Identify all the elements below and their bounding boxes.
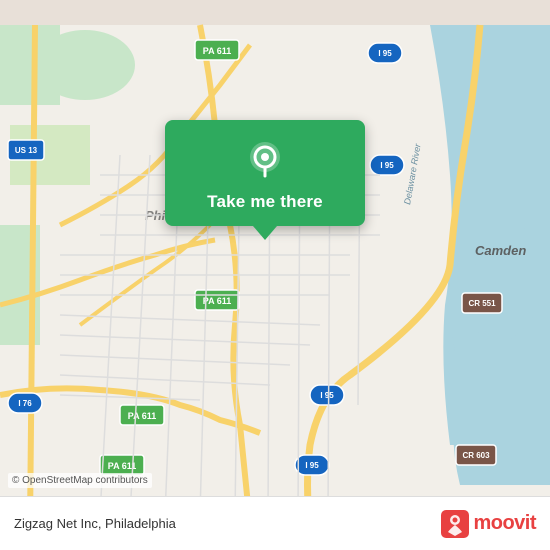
svg-text:I 95: I 95 <box>378 49 392 58</box>
map-container: PA 611 PA 611 PA 611 PA 611 I 95 I 95 I … <box>0 0 550 550</box>
svg-text:PA 611: PA 611 <box>128 411 157 421</box>
location-pin-icon <box>243 138 287 182</box>
svg-text:CR 603: CR 603 <box>462 451 490 460</box>
map-background: PA 611 PA 611 PA 611 PA 611 I 95 I 95 I … <box>0 0 550 550</box>
take-me-there-button[interactable]: Take me there <box>207 192 323 212</box>
moovit-icon <box>441 510 469 538</box>
svg-text:PA 611: PA 611 <box>203 46 232 56</box>
svg-text:Camden: Camden <box>475 243 526 258</box>
bottom-bar: Zigzag Net Inc, Philadelphia moovit <box>0 496 550 550</box>
svg-text:I 95: I 95 <box>380 161 394 170</box>
svg-text:I 95: I 95 <box>320 391 334 400</box>
svg-text:I 76: I 76 <box>18 399 32 408</box>
svg-text:CR 551: CR 551 <box>468 299 496 308</box>
svg-text:US 13: US 13 <box>15 146 38 155</box>
moovit-logo: moovit <box>441 510 536 538</box>
moovit-brand-name: moovit <box>473 512 536 535</box>
svg-text:PA 611: PA 611 <box>203 296 232 306</box>
copyright-notice: © OpenStreetMap contributors <box>8 473 152 488</box>
popup-card[interactable]: Take me there <box>165 120 365 226</box>
location-label: Zigzag Net Inc, Philadelphia <box>14 516 176 531</box>
svg-text:I 95: I 95 <box>305 461 319 470</box>
